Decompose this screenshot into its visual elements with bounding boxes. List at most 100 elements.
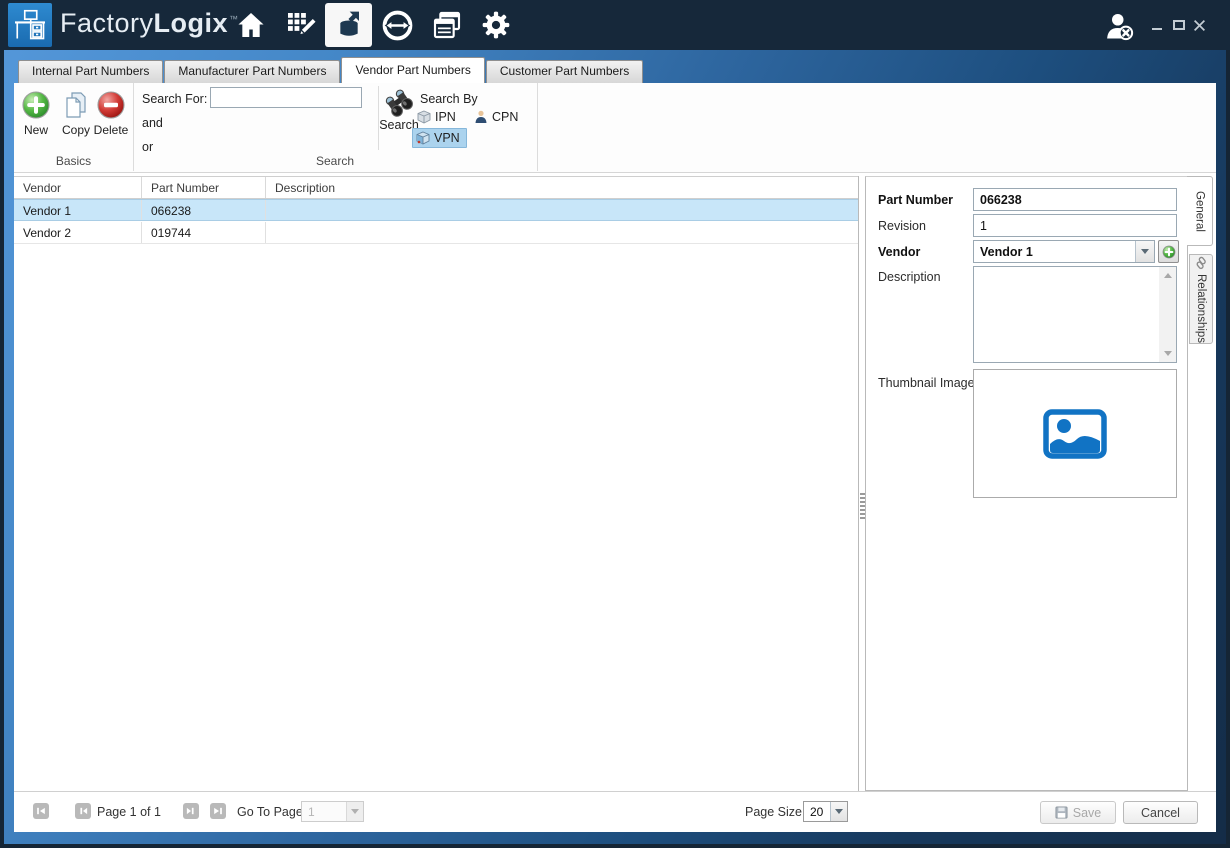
vendor-dropdown-button[interactable] [1135,241,1154,262]
description-scrollbar[interactable] [1159,267,1176,362]
search-input[interactable] [210,87,362,108]
part-number-label: Part Number [878,193,953,207]
part-number-field[interactable] [973,188,1177,211]
brand-regular: Factory [60,8,154,38]
description-textarea-wrap [973,266,1177,363]
production-editor-icon [284,9,316,41]
cell-description [266,222,858,243]
revision-field[interactable] [973,214,1177,237]
tab-manufacturer-part-numbers[interactable]: Manufacturer Part Numbers [164,60,340,83]
table-row[interactable]: Vendor 2 019744 [14,222,858,244]
previous-page-button[interactable] [75,803,91,819]
home-icon [235,9,267,41]
page-size-dropdown[interactable]: 20 [803,801,848,822]
scroll-down-button[interactable] [1159,345,1176,362]
search-for-label: Search For: [142,92,207,106]
description-label: Description [878,270,941,284]
nav-production[interactable] [275,0,324,50]
delete-button[interactable]: Delete [91,88,131,148]
maximize-button[interactable] [1170,0,1188,50]
table-row-selected[interactable]: Vendor 1 066238 [14,199,858,221]
table-header: Vendor Part Number Description [14,176,858,199]
nav-home[interactable] [226,0,275,50]
nav-transfer[interactable] [373,0,422,50]
new-label: New [24,123,48,137]
last-page-button[interactable] [210,803,226,819]
previous-page-icon [77,805,89,817]
chevron-down-icon [1141,249,1149,254]
cell-part-number: 066238 [142,200,266,220]
save-floppy-icon [1055,806,1068,819]
cancel-button[interactable]: Cancel [1123,801,1198,824]
brand-bold: Logix [154,8,229,38]
vendor-part-box-icon [416,131,430,145]
title-bar: FactoryLogix™ [0,0,1230,50]
nav-materials-active[interactable] [324,0,373,50]
bottom-bar: Page 1 of 1 Go To Page 1 Page Size 20 [14,791,1216,832]
tab-customer-part-numbers[interactable]: Customer Part Numbers [486,60,643,83]
copy-pages-icon [61,90,91,120]
nav-reports[interactable] [422,0,471,50]
go-to-page-dropdown[interactable]: 1 [301,801,364,822]
page-size-value: 20 [804,805,830,819]
search-by-cpn-option[interactable]: CPN [470,107,525,127]
document-tabstrip: Internal Part Numbers Manufacturer Part … [14,50,1216,83]
column-header-vendor[interactable]: Vendor [14,177,142,198]
new-button[interactable]: New [16,88,56,148]
go-to-page-value: 1 [302,805,346,819]
chevron-up-icon [1164,273,1172,278]
cpn-label: CPN [492,110,518,124]
materials-database-icon [333,9,365,41]
cancel-label: Cancel [1141,806,1180,820]
description-textarea[interactable] [974,267,1159,362]
chevron-down-icon [835,809,843,814]
relationships-tab-label: Relationships [1195,274,1207,343]
page-size-dropdown-button[interactable] [830,802,847,821]
search-by-ipn-option[interactable]: IPN [413,107,463,127]
side-tab-general[interactable]: General [1187,176,1213,246]
add-plus-icon [1162,245,1176,259]
revision-label: Revision [878,219,926,233]
user-logout-icon [1102,11,1136,41]
transfer-arrows-icon [381,9,414,42]
search-by-label: Search By [420,92,478,106]
side-tab-relationships[interactable]: Relationships [1189,254,1213,344]
next-page-icon [185,805,197,817]
main-nav [226,0,520,50]
scroll-up-button[interactable] [1159,267,1176,284]
image-placeholder-icon [1043,409,1107,459]
copy-button[interactable]: Copy [56,88,96,148]
cell-vendor: Vendor 2 [14,222,142,243]
go-to-page-dropdown-button[interactable] [346,802,363,821]
app-logo [8,3,52,47]
column-header-part-number[interactable]: Part Number [142,177,266,198]
settings-gear-icon [480,9,512,41]
reports-windows-icon [431,9,463,41]
parts-table: Vendor Part Number Description Vendor 1 … [14,176,859,791]
vendor-dropdown[interactable]: Vendor 1 [973,240,1155,263]
vendor-label: Vendor [878,245,920,259]
delete-label: Delete [94,123,129,137]
user-logout-button[interactable] [1102,11,1138,43]
minimize-button[interactable] [1148,0,1166,50]
close-button[interactable] [1190,0,1208,50]
nav-settings[interactable] [471,0,520,50]
first-page-button[interactable] [33,803,49,819]
content-area: New Copy Delete Basics Search For: and o… [14,83,1216,832]
tab-internal-part-numbers[interactable]: Internal Part Numbers [18,60,163,83]
save-label: Save [1073,806,1102,820]
save-button[interactable]: Save [1040,801,1116,824]
vendor-dropdown-value: Vendor 1 [974,245,1135,259]
column-header-description[interactable]: Description [266,177,858,198]
customer-person-icon [474,110,488,124]
next-page-button[interactable] [183,803,199,819]
app-title: FactoryLogix™ [60,8,239,39]
last-page-icon [212,805,224,817]
search-by-vpn-option-selected[interactable]: VPN [412,128,467,148]
vpn-label: VPN [434,131,460,145]
thumbnail-label: Thumbnail Image [878,376,975,390]
tab-vendor-part-numbers[interactable]: Vendor Part Numbers [341,57,484,83]
ribbon-toolbar: New Copy Delete Basics Search For: and o… [14,83,1216,173]
thumbnail-image-box[interactable] [973,369,1177,498]
add-vendor-button[interactable] [1158,240,1179,263]
